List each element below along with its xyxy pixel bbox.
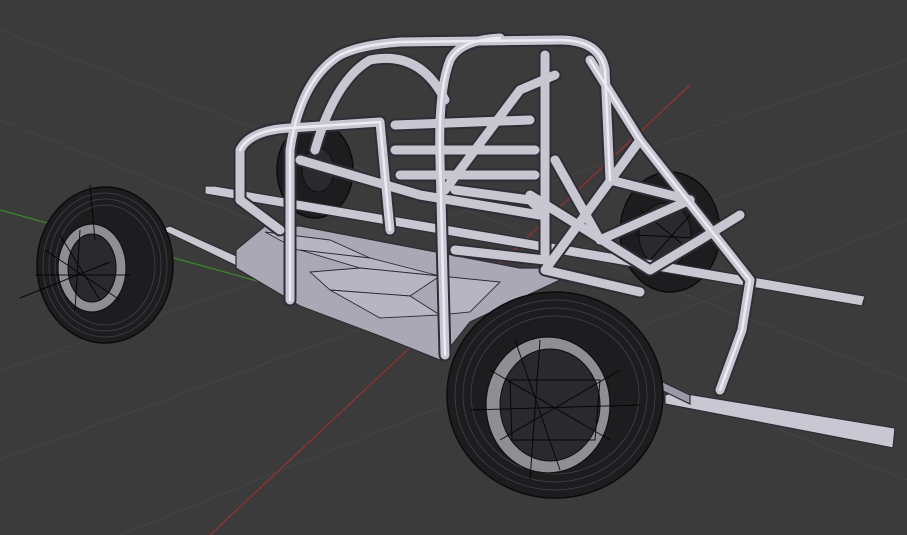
wheel-front-right[interactable] xyxy=(446,291,664,499)
wheel-front-left[interactable] xyxy=(19,184,174,344)
viewport-scene[interactable] xyxy=(0,0,907,535)
3d-viewport[interactable] xyxy=(0,0,907,535)
